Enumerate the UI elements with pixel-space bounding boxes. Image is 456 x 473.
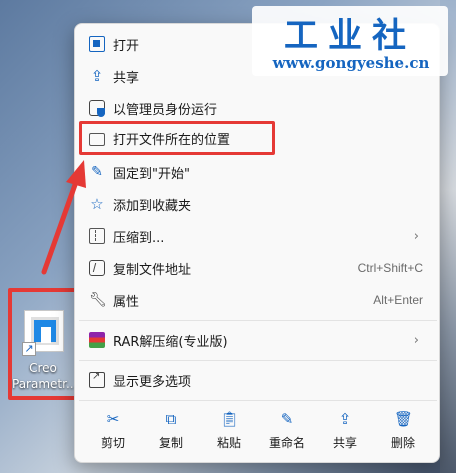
copy-icon: ⧉ <box>165 410 177 428</box>
menu-item-add-to-favorites[interactable]: ☆ 添加到收藏夹 <box>79 188 437 220</box>
zip-folder-icon <box>89 228 105 244</box>
chevron-right-icon: › <box>413 332 419 348</box>
menu-separator <box>79 320 437 321</box>
rar-icon <box>89 332 105 348</box>
menu-item-label: 属性 <box>113 294 140 310</box>
menu-item-label: 显示更多选项 <box>113 374 192 390</box>
toolbar-label: 剪切 <box>100 436 125 450</box>
menu-item-label: 复制文件地址 <box>113 262 192 278</box>
watermark-logo: 工业社 www.gongyeshe.cn <box>252 6 448 76</box>
menu-item-properties[interactable]: 🔧︎ 属性 Alt+Enter <box>79 284 437 316</box>
toolbar-label: 重命名 <box>268 436 305 450</box>
share-icon: ⇪ <box>90 67 104 85</box>
menu-item-show-more-options[interactable]: 显示更多选项 <box>79 364 437 396</box>
paste-button[interactable]: 📋︎ 粘贴 <box>201 404 257 458</box>
rename-button[interactable]: ✎ 重命名 <box>259 404 315 458</box>
toolbar-label: 复制 <box>158 436 183 450</box>
menu-separator <box>79 360 437 361</box>
desktop-icon-label: Creo Parametr... <box>12 361 74 391</box>
shortcut-text: Ctrl+Shift+C <box>357 261 423 275</box>
open-icon <box>89 36 105 52</box>
delete-icon: 🗑︎ <box>394 410 414 428</box>
shortcut-arrow-icon: ↗ <box>22 342 36 356</box>
menu-item-rar-extract[interactable]: RAR解压缩(专业版) › <box>79 324 437 356</box>
cut-icon: ✂ <box>106 410 120 428</box>
paste-icon: 📋︎ <box>220 410 240 428</box>
copy-path-icon <box>89 260 105 276</box>
more-options-icon <box>89 371 105 388</box>
menu-separator <box>79 400 437 401</box>
copy-button[interactable]: ⧉ 复制 <box>143 404 199 458</box>
star-icon: ☆ <box>90 195 104 213</box>
watermark-url: www.gongyeshe.cn <box>272 54 430 72</box>
menu-item-copy-file-path[interactable]: 复制文件地址 Ctrl+Shift+C <box>79 252 437 284</box>
menu-item-label: 添加到收藏夹 <box>113 198 192 214</box>
context-menu: 打开 ⇪ 共享 以管理员身份运行 打开文件所在的位置 ✎ 固定到"开始" ☆ 添… <box>74 23 440 463</box>
menu-item-label: 固定到"开始" <box>113 166 190 182</box>
highlight-box-open-location <box>79 121 275 155</box>
rename-icon: ✎ <box>280 410 294 428</box>
menu-item-run-as-admin[interactable]: 以管理员身份运行 <box>79 92 437 124</box>
chevron-right-icon: › <box>413 228 419 244</box>
share-button[interactable]: ⇪ 共享 <box>317 404 373 458</box>
desktop-icon-creo[interactable]: ↗ Creo Parametr... <box>8 288 78 400</box>
toolbar-label: 粘贴 <box>216 436 241 450</box>
cut-button[interactable]: ✂ 剪切 <box>85 404 141 458</box>
menu-item-label: 压缩到... <box>113 230 165 246</box>
toolbar-label: 删除 <box>390 436 415 450</box>
delete-button[interactable]: 🗑︎ 删除 <box>375 404 431 458</box>
shortcut-text: Alt+Enter <box>373 293 423 307</box>
menu-item-label: RAR解压缩(专业版) <box>113 334 228 350</box>
share-icon: ⇪ <box>338 410 352 428</box>
toolbar-label: 共享 <box>332 436 357 450</box>
wrench-icon: 🔧︎ <box>89 292 107 308</box>
admin-shield-icon <box>89 100 105 117</box>
menu-item-label: 以管理员身份运行 <box>113 102 218 118</box>
menu-item-pin-to-start[interactable]: ✎ 固定到"开始" <box>79 156 437 188</box>
pin-icon: ✎ <box>91 164 103 180</box>
menu-item-compress-to[interactable]: 压缩到... › <box>79 220 437 252</box>
menu-toolbar: ✂ 剪切 ⧉ 复制 📋︎ 粘贴 ✎ 重命名 ⇪ 共享 🗑︎ 删除 <box>79 404 437 458</box>
watermark-title: 工业社 <box>284 16 416 56</box>
